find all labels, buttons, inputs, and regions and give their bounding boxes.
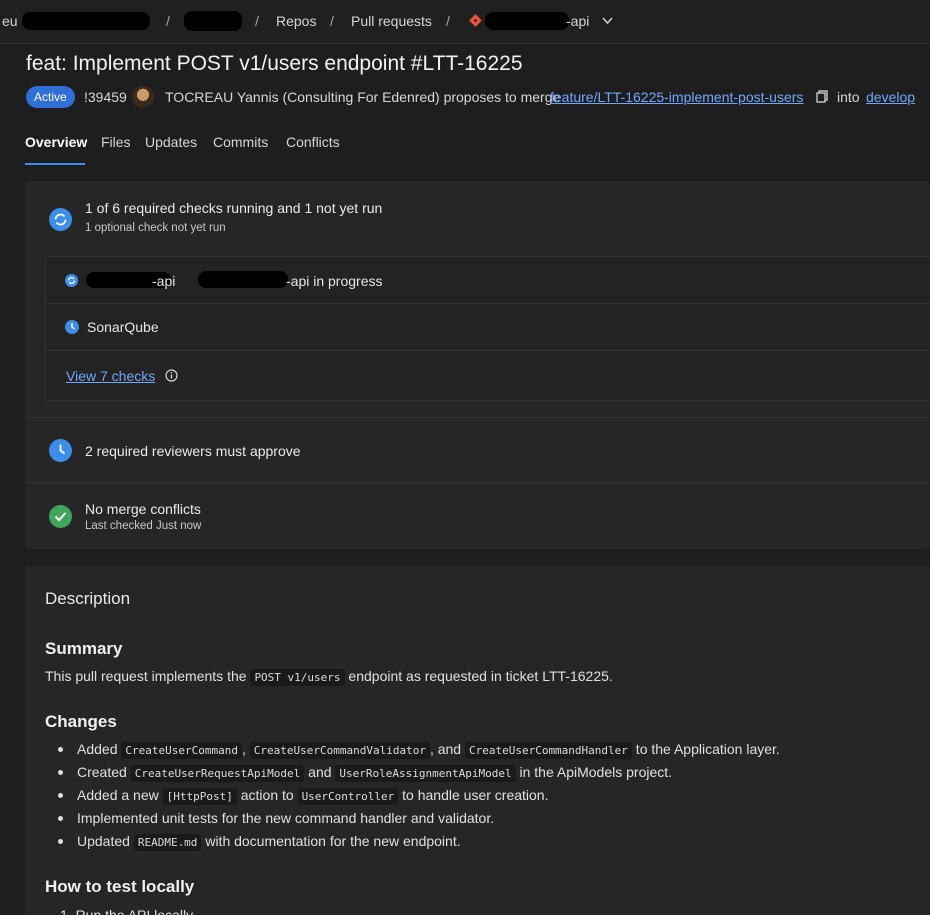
redacted-section — [184, 11, 242, 31]
source-branch-link[interactable]: feature/LTT-16225-implement-post-users — [550, 89, 803, 105]
bullet — [58, 839, 63, 844]
list-item: Added CreateUserCommand, CreateUserComma… — [77, 741, 780, 759]
summary-heading: Summary — [45, 639, 123, 658]
breadcrumb-separator: / — [166, 13, 170, 29]
merge-last-checked: Last checked Just now — [85, 520, 202, 532]
copy-icon[interactable] — [816, 90, 828, 103]
avatar[interactable] — [132, 86, 154, 108]
breadcrumb-repos[interactable]: Repos — [276, 13, 316, 29]
status-badge: Active — [26, 86, 75, 108]
tab-overview[interactable]: Overview — [25, 134, 87, 150]
breadcrumb-bar: eu / / Repos / Pull requests / -api — [0, 0, 930, 44]
test-heading: How to test locally — [45, 877, 195, 896]
tab-updates[interactable]: Updates — [145, 134, 197, 150]
checks-optional-note: 1 optional check not yet run — [85, 222, 226, 234]
list-item: 1. Run the API locally. — [60, 907, 196, 915]
checks-list: -api -api in progress SonarQube View 7 c… — [45, 256, 930, 401]
into-label: into — [837, 89, 860, 105]
tab-conflicts[interactable]: Conflicts — [286, 134, 340, 150]
redacted-project — [22, 12, 150, 30]
breadcrumb-repo-name[interactable]: -api — [566, 13, 589, 29]
redacted-check-name — [198, 271, 288, 288]
divider — [25, 417, 930, 418]
divider — [46, 350, 930, 351]
running-icon — [65, 274, 78, 287]
breadcrumb-org[interactable]: eu — [2, 13, 18, 29]
info-icon[interactable] — [165, 369, 178, 382]
description-heading: Description — [45, 589, 131, 608]
tab-files[interactable]: Files — [101, 134, 131, 150]
reviewers-status: 2 required reviewers must approve — [85, 443, 301, 459]
chevron-down-icon[interactable] — [601, 14, 614, 27]
page-title: feat: Implement POST v1/users endpoint #… — [26, 52, 523, 75]
check-label: SonarQube — [87, 319, 159, 335]
description-panel: Description Summary This pull request im… — [25, 566, 930, 915]
breadcrumb-separator: / — [446, 13, 450, 29]
clock-icon — [65, 320, 79, 334]
pr-id: !39459 — [84, 89, 127, 105]
view-checks-link[interactable]: View 7 checks — [66, 368, 155, 384]
bullet — [58, 747, 63, 752]
changes-heading: Changes — [45, 712, 117, 731]
breadcrumb-pull-requests[interactable]: Pull requests — [351, 13, 432, 29]
divider — [25, 482, 930, 483]
list-item: Added a new [HttpPost] action to UserCon… — [77, 787, 549, 805]
redacted-repo — [485, 12, 569, 30]
active-tab-indicator — [25, 163, 85, 165]
summary-text: This pull request implements the POST v1… — [45, 668, 613, 686]
pr-meta: Active !39459 TOCREAU Yannis (Consulting… — [26, 86, 930, 108]
running-icon — [49, 208, 72, 231]
check-row-sonarqube[interactable]: SonarQube — [46, 304, 930, 350]
bullet — [58, 816, 63, 821]
breadcrumb-separator: / — [255, 13, 259, 29]
check-row-build[interactable]: -api -api in progress — [46, 257, 930, 303]
checks-summary: 1 of 6 required checks running and 1 not… — [85, 200, 383, 216]
checks-panel: 1 of 6 required checks running and 1 not… — [25, 181, 930, 549]
merge-status: No merge conflicts — [85, 501, 201, 517]
author-text: TOCREAU Yannis (Consulting For Edenred) … — [165, 89, 561, 105]
bullet — [58, 793, 63, 798]
inline-code: POST v1/users — [250, 669, 345, 686]
target-branch-link[interactable]: develop — [866, 89, 915, 105]
list-item: Implemented unit tests for the new comma… — [77, 810, 495, 826]
git-repo-icon — [469, 14, 482, 27]
clock-icon — [49, 439, 72, 462]
list-item: Created CreateUserRequestApiModel and Us… — [77, 764, 673, 782]
check-label-b: -api in progress — [286, 273, 383, 289]
tab-commits[interactable]: Commits — [213, 134, 268, 150]
bullet — [58, 770, 63, 775]
check-circle-icon — [49, 505, 72, 528]
list-item: Updated README.md with documentation for… — [77, 833, 461, 851]
breadcrumb-separator: / — [330, 13, 334, 29]
check-label-a: -api — [152, 273, 176, 289]
